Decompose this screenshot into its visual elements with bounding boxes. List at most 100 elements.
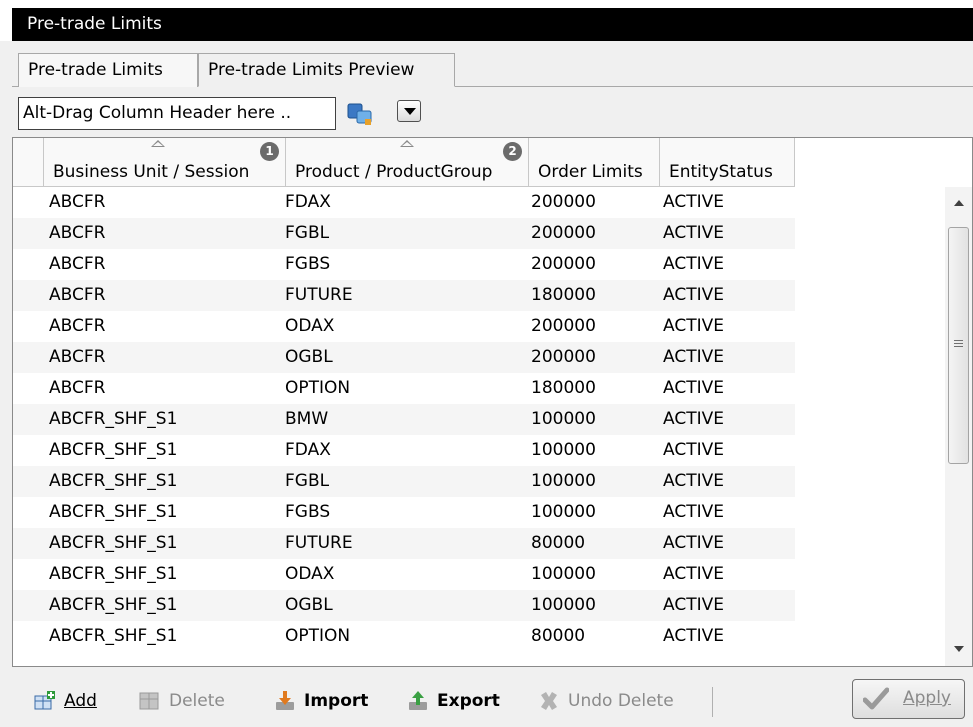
sort-order-badge: 2 <box>503 142 522 161</box>
cell-business-unit: ABCFR_SHF_S1 <box>49 440 178 460</box>
cell-product: FGBL <box>285 223 330 243</box>
toolbar-divider <box>712 687 713 717</box>
cell-entity-status: ACTIVE <box>663 409 724 429</box>
grip-line <box>954 340 963 341</box>
add-row-icon <box>34 690 56 712</box>
cell-product: FUTURE <box>285 533 353 553</box>
column-header-business-unit[interactable]: 1 Business Unit / Session <box>44 138 286 187</box>
cell-product: FDAX <box>285 440 331 460</box>
column-label: Product / ProductGroup <box>295 162 493 182</box>
cell-business-unit: ABCFR_SHF_S1 <box>49 626 178 646</box>
sort-ascending-icon <box>400 140 414 147</box>
action-toolbar: Add Delete Import Export Undo Delete App… <box>12 667 973 727</box>
cell-order-limit: 180000 <box>531 378 596 398</box>
cell-business-unit: ABCFR_SHF_S1 <box>49 471 178 491</box>
scroll-down-icon[interactable] <box>954 646 964 652</box>
table-row[interactable]: ABCFR_SHF_S1 ODAX 100000 ACTIVE <box>13 559 795 590</box>
cell-business-unit: ABCFR_SHF_S1 <box>49 595 178 615</box>
table-row[interactable]: ABCFR FUTURE 180000 ACTIVE <box>13 280 795 311</box>
cell-entity-status: ACTIVE <box>663 533 724 553</box>
cell-order-limit: 200000 <box>531 347 596 367</box>
cell-product: OGBL <box>285 595 333 615</box>
cell-entity-status: ACTIVE <box>663 440 724 460</box>
import-icon <box>274 690 296 712</box>
column-header-entity-status[interactable]: EntityStatus <box>660 138 795 187</box>
group-drop-zone[interactable]: Alt-Drag Column Header here .. <box>18 97 336 130</box>
cell-order-limit: 100000 <box>531 595 596 615</box>
scroll-up-icon[interactable] <box>954 200 964 206</box>
table-row[interactable]: ABCFR_SHF_S1 FGBS 100000 ACTIVE <box>13 497 795 528</box>
export-label: Export <box>437 691 500 711</box>
cell-entity-status: ACTIVE <box>663 223 724 243</box>
limits-table: 1 Business Unit / Session 2 Product / Pr… <box>12 137 973 667</box>
checkmark-icon <box>862 687 890 711</box>
cell-order-limit: 80000 <box>531 626 586 646</box>
cell-business-unit: ABCFR <box>49 223 106 243</box>
cell-business-unit: ABCFR_SHF_S1 <box>49 564 178 584</box>
cell-product: OGBL <box>285 347 333 367</box>
apply-button[interactable]: Apply <box>852 679 965 719</box>
delete-row-icon <box>139 690 161 712</box>
table-row[interactable]: ABCFR_SHF_S1 FDAX 100000 ACTIVE <box>13 435 795 466</box>
cell-business-unit: ABCFR <box>49 316 106 336</box>
table-row[interactable]: ABCFR FGBS 200000 ACTIVE <box>13 249 795 280</box>
table-row[interactable]: ABCFR OPTION 180000 ACTIVE <box>13 373 795 404</box>
cell-entity-status: ACTIVE <box>663 316 724 336</box>
cell-entity-status: ACTIVE <box>663 595 724 615</box>
title-bar: Pre-trade Limits <box>0 0 973 41</box>
cell-order-limit: 100000 <box>531 564 596 584</box>
cell-product: ODAX <box>285 564 335 584</box>
tab-pre-trade-limits[interactable]: Pre-trade Limits <box>18 53 198 87</box>
cell-order-limit: 80000 <box>531 533 586 553</box>
cell-entity-status: ACTIVE <box>663 378 724 398</box>
cell-order-limit: 100000 <box>531 502 596 522</box>
cell-entity-status: ACTIVE <box>663 192 724 212</box>
scroll-thumb[interactable] <box>948 227 969 464</box>
triangle-down-icon <box>404 108 416 115</box>
undo-delete-label: Undo Delete <box>568 691 674 711</box>
vertical-scrollbar[interactable] <box>945 187 972 666</box>
table-row[interactable]: ABCFR ODAX 200000 ACTIVE <box>13 311 795 342</box>
cell-business-unit: ABCFR_SHF_S1 <box>49 409 178 429</box>
export-icon <box>407 690 429 712</box>
apply-label: Apply <box>903 688 951 708</box>
cell-entity-status: ACTIVE <box>663 347 724 367</box>
cell-entity-status: ACTIVE <box>663 626 724 646</box>
table-row[interactable]: ABCFR_SHF_S1 BMW 100000 ACTIVE <box>13 404 795 435</box>
group-columns-icon[interactable] <box>345 99 377 127</box>
sort-order-badge: 1 <box>260 142 279 161</box>
window-title: Pre-trade Limits <box>12 8 973 41</box>
cell-business-unit: ABCFR <box>49 285 106 305</box>
table-row[interactable]: ABCFR_SHF_S1 FGBL 100000 ACTIVE <box>13 466 795 497</box>
table-row[interactable]: ABCFR_SHF_S1 FUTURE 80000 ACTIVE <box>13 528 795 559</box>
undo-delete-icon <box>538 690 560 712</box>
table-row[interactable]: ABCFR_SHF_S1 OGBL 100000 ACTIVE <box>13 590 795 621</box>
grip-line <box>954 346 963 347</box>
tab-strip: Pre-trade Limits Pre-trade Limits Previe… <box>12 41 973 87</box>
tab-pre-trade-limits-preview[interactable]: Pre-trade Limits Preview <box>198 53 455 87</box>
grip-line <box>954 343 963 344</box>
table-row[interactable]: ABCFR FGBL 200000 ACTIVE <box>13 218 795 249</box>
cell-business-unit: ABCFR_SHF_S1 <box>49 533 178 553</box>
column-label: EntityStatus <box>669 162 773 182</box>
group-dropdown-button[interactable] <box>397 100 421 122</box>
cell-entity-status: ACTIVE <box>663 564 724 584</box>
cell-business-unit: ABCFR <box>49 192 106 212</box>
cell-order-limit: 200000 <box>531 223 596 243</box>
cell-product: OPTION <box>285 626 351 646</box>
column-label: Business Unit / Session <box>53 162 250 182</box>
table-row[interactable]: ABCFR_SHF_S1 OPTION 80000 ACTIVE <box>13 621 795 652</box>
table-row[interactable]: ABCFR OGBL 200000 ACTIVE <box>13 342 795 373</box>
cell-entity-status: ACTIVE <box>663 254 724 274</box>
column-header-product[interactable]: 2 Product / ProductGroup <box>286 138 529 187</box>
cell-order-limit: 200000 <box>531 316 596 336</box>
cell-business-unit: ABCFR <box>49 254 106 274</box>
cell-product: OPTION <box>285 378 351 398</box>
column-header-order-limits[interactable]: Order Limits <box>529 138 660 187</box>
import-label: Import <box>304 691 369 711</box>
row-header-corner <box>13 138 44 187</box>
cell-order-limit: 100000 <box>531 471 596 491</box>
cell-order-limit: 180000 <box>531 285 596 305</box>
cell-order-limit: 200000 <box>531 192 596 212</box>
table-row[interactable]: ABCFR FDAX 200000 ACTIVE <box>13 187 795 218</box>
